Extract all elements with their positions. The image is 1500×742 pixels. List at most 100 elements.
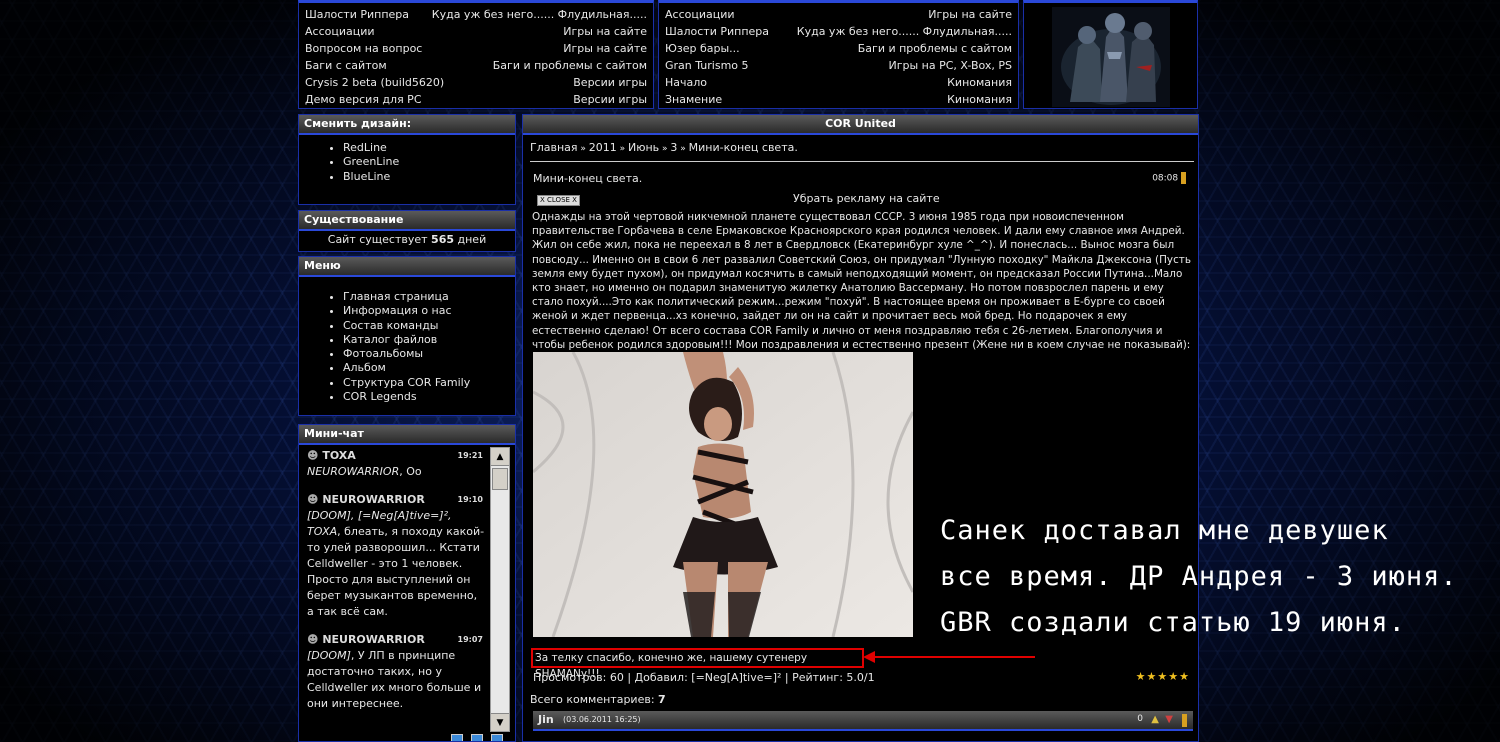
forum-topic-link[interactable]: Шалости Риппера <box>665 23 769 40</box>
design-option-link[interactable]: BlueLine <box>343 170 515 184</box>
forum-section-link[interactable]: Версии игры <box>573 91 647 108</box>
thumbs-down-icon[interactable]: ▼ <box>1165 714 1173 725</box>
forum-topic-link[interactable]: Демо версия для PC <box>305 91 422 108</box>
scroll-thumb[interactable] <box>492 468 508 490</box>
scroll-down-arrow[interactable]: ▼ <box>491 713 509 731</box>
annotation-arrowhead <box>863 651 875 663</box>
star-icon[interactable]: ★ <box>1157 670 1168 683</box>
existence-suffix: дней <box>454 233 487 246</box>
star-icon[interactable]: ★ <box>1136 670 1147 683</box>
forum-topic-link[interactable]: Gran Turismo 5 <box>665 57 749 74</box>
forum-section-link[interactable]: Куда уж без него...... Флудильная..... <box>797 23 1012 40</box>
star-icon[interactable]: ★ <box>1168 670 1179 683</box>
forum-section-link[interactable]: Игры на PC, X-Box, PS <box>888 57 1012 74</box>
forum-topic-link[interactable]: Crysis 2 beta (build5620) <box>305 74 444 91</box>
entry-photo <box>533 352 913 637</box>
chat-user[interactable]: ☻ NEUROWARRIOR <box>307 492 425 508</box>
forum-topic-link[interactable]: Начало <box>665 74 707 91</box>
chat-message-header: ☻ NEUROWARRIOR 19:10 <box>307 492 487 508</box>
close-ad-button[interactable]: X CLOSE X <box>537 195 580 206</box>
rating-stars[interactable]: ★★★★★ <box>1136 670 1190 683</box>
remove-ad-link[interactable]: Убрать рекламу на сайте <box>793 192 940 206</box>
mini-chat-block: Мини-чат ☻ TOXA 19:21 NEUROWARRIOR, Oo ☻ NE… <box>298 424 516 742</box>
chat-addressee[interactable]: [DOOM] <box>307 649 351 662</box>
chat-user-name[interactable]: TOXA <box>322 449 355 462</box>
forum-row[interactable]: Crysis 2 beta (build5620) Версии игры <box>299 74 653 91</box>
breadcrumb-link[interactable]: Главная <box>530 141 578 154</box>
forum-row[interactable]: Начало Киномания <box>659 74 1018 91</box>
annotation-arrow <box>865 656 1035 658</box>
chat-smile-icon[interactable] <box>451 734 463 741</box>
menu-item-link[interactable]: Структура COR Family <box>343 376 515 390</box>
comment-user[interactable]: Jin <box>538 713 554 726</box>
star-icon[interactable]: ★ <box>1179 670 1190 683</box>
chat-time: 19:10 <box>457 495 483 504</box>
menu-item-link[interactable]: Состав команды <box>343 319 515 333</box>
design-block-title: Сменить дизайн: <box>299 115 515 135</box>
forum-row[interactable]: Ассоциации Игры на сайте <box>659 6 1018 23</box>
forum-section-link[interactable]: Игры на сайте <box>928 6 1012 23</box>
forum-section-link[interactable]: Баги и проблемы с сайтом <box>493 57 647 74</box>
forum-section-link[interactable]: Киномания <box>947 74 1012 91</box>
chat-settings-icon[interactable] <box>491 734 503 741</box>
forum-topic-link[interactable]: Вопросом на вопрос <box>305 40 422 57</box>
forum-section-link[interactable]: Игры на сайте <box>563 23 647 40</box>
forum-section-link[interactable]: Куда уж без него...... Флудильная..... <box>432 6 647 23</box>
forum-section-link[interactable]: Киномания <box>947 91 1012 108</box>
chat-tools <box>451 734 503 741</box>
forum-section-link[interactable]: Версии игры <box>573 74 647 91</box>
forum-row[interactable]: Gran Turismo 5 Игры на PC, X-Box, PS <box>659 57 1018 74</box>
forum-row[interactable]: Знамение Киномания <box>659 91 1018 108</box>
menu-item-link[interactable]: Каталог файлов <box>343 333 515 347</box>
forum-topic-link[interactable]: Баги с сайтом <box>305 57 387 74</box>
menu-item-link[interactable]: Главная страница <box>343 290 515 304</box>
breadcrumb-link[interactable]: Июнь <box>628 141 659 154</box>
design-option-link[interactable]: GreenLine <box>343 155 515 169</box>
breadcrumb-link[interactable]: 2011 <box>589 141 617 154</box>
chat-time: 19:07 <box>457 635 483 644</box>
chat-message: ☻ TOXA 19:21 NEUROWARRIOR, Oo <box>299 446 487 480</box>
comments-label: Всего комментариев: <box>530 693 659 706</box>
crysis-soldiers-image <box>1052 7 1170 107</box>
forum-row[interactable]: Шалости Риппера Куда уж без него...... Фл… <box>299 6 653 23</box>
forum-row[interactable]: Ассоциации Игры на сайте <box>299 23 653 40</box>
forum-row[interactable]: Баги с сайтом Баги и проблемы с сайтом <box>299 57 653 74</box>
forum-topic-link[interactable]: Юзер бары... <box>665 40 740 57</box>
breadcrumb-separator: » <box>677 144 689 154</box>
user-icon: ☻ <box>307 633 319 646</box>
chat-user-name[interactable]: NEUROWARRIOR <box>322 493 424 506</box>
chat-message-header: ☻ TOXA 19:21 <box>307 448 487 464</box>
menu-item-link[interactable]: Фотоальбомы <box>343 347 515 361</box>
forum-section-link[interactable]: Баги и проблемы с сайтом <box>858 40 1012 57</box>
forum-recent-right: Ассоциации Игры на сайте Шалости Риппера Ку… <box>658 0 1019 109</box>
forum-topic-link[interactable]: Знамение <box>665 91 722 108</box>
forum-topic-link[interactable]: Ассоциации <box>665 6 735 23</box>
forum-row[interactable]: Юзер бары... Баги и проблемы с сайтом <box>659 40 1018 57</box>
star-icon[interactable]: ★ <box>1147 670 1158 683</box>
chat-scrollbar[interactable]: ▲ ▼ <box>490 447 510 732</box>
forum-section-link[interactable]: Игры на сайте <box>563 40 647 57</box>
comment-votes: 0 <box>1137 714 1143 724</box>
chat-message-text: , блеать, я походу какой-то улей разворо… <box>307 525 485 618</box>
forum-row[interactable]: Демо версия для PC Версии игры <box>299 91 653 108</box>
entry-edit-icon[interactable] <box>1181 172 1186 184</box>
forum-topic-link[interactable]: Шалости Риппера <box>305 6 409 23</box>
chat-addressee[interactable]: NEUROWARRIOR <box>307 465 399 478</box>
thumbs-up-icon[interactable]: ▲ <box>1151 714 1159 725</box>
design-option-link[interactable]: RedLine <box>343 141 515 155</box>
forum-row[interactable]: Вопросом на вопрос Игры на сайте <box>299 40 653 57</box>
menu-item-link[interactable]: COR Legends <box>343 390 515 404</box>
menu-item-link[interactable]: Альбом <box>343 361 515 375</box>
chat-user[interactable]: ☻ NEUROWARRIOR <box>307 632 425 648</box>
user-icon: ☻ <box>307 493 319 506</box>
overlay-line: Санек доставал мне девушек <box>940 515 1389 546</box>
chat-refresh-icon[interactable] <box>471 734 483 741</box>
forum-row[interactable]: Шалости Риппера Куда уж без него...... Фл… <box>659 23 1018 40</box>
chat-user-name[interactable]: NEUROWARRIOR <box>322 633 424 646</box>
comment-edit-icon[interactable] <box>1182 714 1187 727</box>
chat-user[interactable]: ☻ TOXA <box>307 448 356 464</box>
scroll-up-arrow[interactable]: ▲ <box>491 448 509 466</box>
forum-topic-link[interactable]: Ассоциации <box>305 23 375 40</box>
menu-item-link[interactable]: Информация о нас <box>343 304 515 318</box>
chat-message: ☻ NEUROWARRIOR 19:10 [DOOM], [=Neg[A]tive=… <box>299 490 487 620</box>
